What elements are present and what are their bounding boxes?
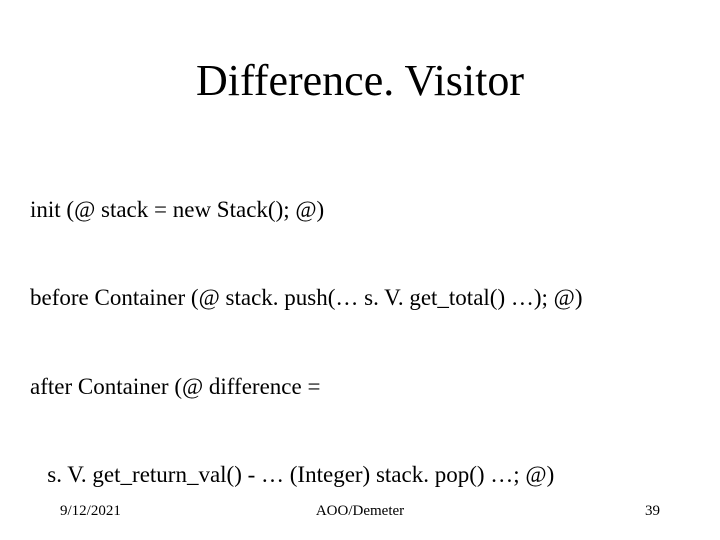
slide-title: Difference. Visitor	[30, 55, 690, 106]
code-line: before Container (@ stack. push(… s. V. …	[30, 283, 690, 312]
slide: Difference. Visitor init (@ stack = new …	[0, 0, 720, 540]
code-line: s. V. get_return_val() - … (Integer) sta…	[30, 460, 690, 489]
code-line: init (@ stack = new Stack(); @)	[30, 195, 690, 224]
footer-center: AOO/Demeter	[0, 503, 720, 520]
code-line: after Container (@ difference =	[30, 372, 690, 401]
slide-body: init (@ stack = new Stack(); @) before C…	[30, 136, 690, 540]
slide-footer: 9/12/2021 AOO/Demeter 39	[0, 503, 720, 520]
